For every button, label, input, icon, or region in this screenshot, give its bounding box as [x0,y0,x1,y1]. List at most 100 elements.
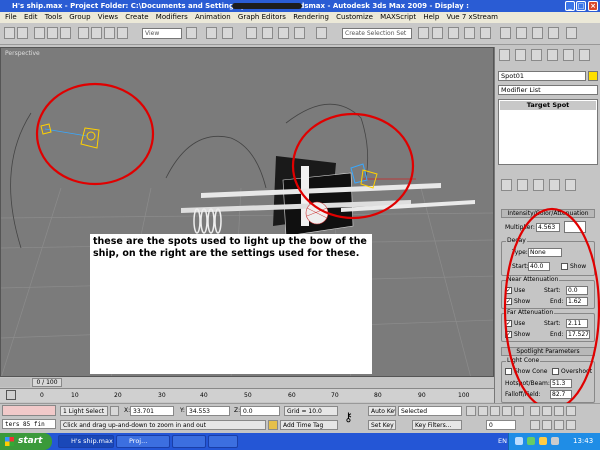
lock-selection-icon[interactable] [110,406,119,416]
quick-render-icon[interactable] [548,27,559,39]
zoom-extents-icon[interactable] [554,406,564,416]
render-setup-icon[interactable] [516,27,527,39]
select-object-icon[interactable] [78,27,89,39]
snap-icon[interactable] [246,27,257,39]
create-tab-icon[interactable] [499,49,510,61]
track-bar-icon[interactable] [6,390,16,400]
stack-item-target-spot[interactable]: Target Spot [500,101,596,110]
maximize-button[interactable]: □ [576,1,586,11]
taskbar-button-3[interactable] [172,435,206,448]
select-rotate-icon[interactable] [104,27,115,39]
redo-icon[interactable] [17,27,28,39]
menu-maxscript[interactable]: MAXScript [380,12,416,23]
spinner-snap-icon[interactable] [294,27,305,39]
goto-end-icon[interactable] [514,406,524,416]
menu-group[interactable]: Group [69,12,90,23]
menu-vue[interactable]: Vue 7 xStream [447,12,498,23]
x-coordinate-field[interactable]: 33.701 [130,406,174,416]
menu-create[interactable]: Create [125,12,148,23]
menu-views[interactable]: Views [98,12,118,23]
curve-editor-icon[interactable] [464,27,475,39]
object-name-field[interactable]: Spot01 [498,71,586,81]
zoom-icon[interactable] [530,406,540,416]
time-slider-prev[interactable] [0,378,30,387]
maxscript-mini-listener[interactable]: ters 85 fin [2,419,56,429]
maxscript-listener-pink[interactable] [2,405,56,416]
menu-tools[interactable]: Tools [45,12,62,23]
zoom-extents-all-icon[interactable] [566,406,576,416]
orbit-icon[interactable] [554,420,564,430]
track-bar[interactable]: 0 10 20 30 40 50 60 70 80 90 100 [0,388,494,402]
hierarchy-tab-icon[interactable] [531,49,542,61]
configure-sets-icon[interactable] [565,179,576,191]
modifier-list-dropdown[interactable]: Modifier List [498,85,598,95]
taskbar-button-3dsmax[interactable]: H's ship.max ... [58,435,114,448]
prev-frame-icon[interactable] [478,406,488,416]
z-coordinate-field[interactable]: 0.0 [240,406,280,416]
time-tag-icon[interactable] [268,420,278,430]
keyboard-shortcut-icon[interactable] [222,27,233,39]
mirror-icon[interactable] [418,27,429,39]
reference-coord-select[interactable]: View [142,28,182,39]
menu-graph-editors[interactable]: Graph Editors [238,12,286,23]
menu-help[interactable]: Help [423,12,439,23]
key-mode-dropdown[interactable]: Selected [398,406,462,416]
rendered-frame-icon[interactable] [532,27,543,39]
align-icon[interactable] [432,27,443,39]
modifier-stack[interactable]: Target Spot [498,99,598,165]
field-of-view-icon[interactable] [530,420,540,430]
modify-tab-icon[interactable] [515,49,526,61]
goto-start-icon[interactable] [466,406,476,416]
tray-icon-1[interactable] [515,437,523,445]
auto-key-button[interactable]: Auto Key [368,406,396,416]
manipulate-icon[interactable] [206,27,217,39]
menu-animation[interactable]: Animation [195,12,231,23]
unlink-icon[interactable] [47,27,58,39]
menu-file[interactable]: File [5,12,17,23]
make-unique-icon[interactable] [533,179,544,191]
object-color-swatch[interactable] [588,71,598,81]
menu-modifiers[interactable]: Modifiers [156,12,188,23]
selection-set-field[interactable]: Create Selection Set [342,28,412,39]
current-frame-field[interactable]: 0 [486,420,516,430]
angle-snap-icon[interactable] [262,27,273,39]
remove-modifier-icon[interactable] [549,179,560,191]
key-filters-button[interactable]: Key Filters... [412,420,462,430]
tray-icon-3[interactable] [539,437,547,445]
set-key-button[interactable]: Set Key [368,420,396,430]
percent-snap-icon[interactable] [278,27,289,39]
add-time-tag-button[interactable]: Add Time Tag [280,420,338,430]
taskbar-button-folder[interactable]: Proj... [116,435,170,448]
pin-stack-icon[interactable] [501,179,512,191]
show-end-result-icon[interactable] [517,179,528,191]
key-icon[interactable]: ⚷ [344,410,362,424]
maximize-viewport-icon[interactable] [566,420,576,430]
next-frame-icon[interactable] [502,406,512,416]
select-link-icon[interactable] [34,27,45,39]
taskbar-button-4[interactable] [208,435,238,448]
close-button[interactable]: × [588,1,598,11]
schematic-view-icon[interactable] [480,27,491,39]
minimize-button[interactable]: _ [565,1,575,11]
motion-tab-icon[interactable] [547,49,558,61]
clock[interactable]: 13:43 [573,437,593,445]
utilities-tab-icon[interactable] [579,49,590,61]
menu-customize[interactable]: Customize [336,12,373,23]
language-indicator[interactable]: EN [498,437,507,445]
y-coordinate-field[interactable]: 34.553 [186,406,230,416]
tray-icon-2[interactable] [527,437,535,445]
tray-icon-4[interactable] [551,437,559,445]
select-move-icon[interactable] [91,27,102,39]
pivot-icon[interactable] [186,27,197,39]
render-icon[interactable] [566,27,577,39]
bind-space-warp-icon[interactable] [60,27,71,39]
time-slider[interactable]: 0 / 100 [32,378,62,387]
pan-view-icon[interactable] [542,420,552,430]
select-scale-icon[interactable] [117,27,128,39]
zoom-all-icon[interactable] [542,406,552,416]
layer-manager-icon[interactable] [448,27,459,39]
display-tab-icon[interactable] [563,49,574,61]
undo-icon[interactable] [4,27,15,39]
menu-rendering[interactable]: Rendering [293,12,329,23]
menu-edit[interactable]: Edit [24,12,38,23]
